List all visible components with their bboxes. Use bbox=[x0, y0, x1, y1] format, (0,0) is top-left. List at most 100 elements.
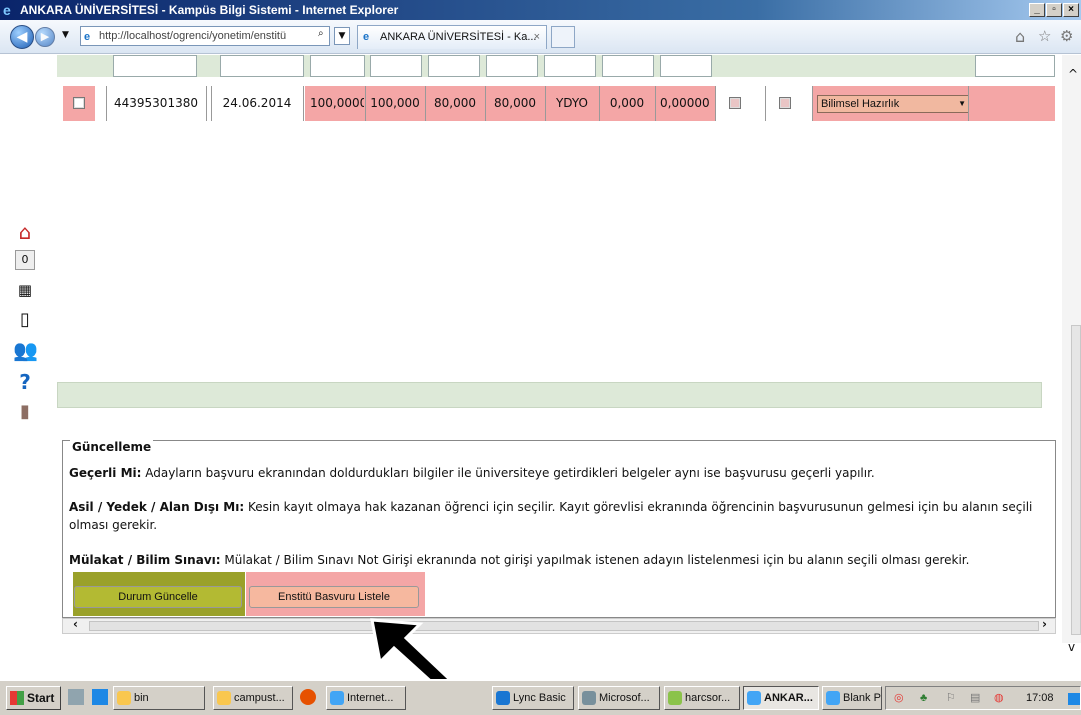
search-icon[interactable]: ⌕ bbox=[318, 28, 324, 39]
users-icon[interactable]: 👥 bbox=[13, 338, 38, 362]
taskbar-item-harcsor[interactable]: harcsor... bbox=[664, 686, 740, 710]
calendar-icon[interactable]: ▦ bbox=[13, 278, 37, 302]
forward-arrow-icon[interactable]: ▶ bbox=[35, 27, 55, 47]
start-button[interactable]: Start bbox=[6, 686, 61, 710]
clock: 17:08 bbox=[1026, 692, 1054, 704]
side-toolbar: ⌂ 0 ▦ ▯ 👥 ? ▮ bbox=[10, 220, 40, 440]
taskbar-item-campust[interactable]: campust... bbox=[213, 686, 293, 710]
show-desktop-icon[interactable] bbox=[1068, 693, 1080, 705]
checkbox-asil[interactable] bbox=[729, 97, 741, 109]
minimize-button[interactable]: _ bbox=[1029, 3, 1045, 17]
page-icon: e bbox=[84, 31, 91, 43]
filter-input-v5[interactable] bbox=[602, 55, 654, 77]
update-legend: Güncelleme bbox=[70, 440, 154, 454]
tab-title: ANKARA ÜNİVERSİTESİ - Ka... bbox=[380, 31, 537, 43]
folder-icon bbox=[117, 691, 131, 705]
tab-ie-icon: e bbox=[363, 31, 370, 43]
status-select[interactable]: Bilimsel Hazırlık ▼ bbox=[817, 95, 969, 113]
favorites-star-icon[interactable]: ☆ bbox=[1038, 27, 1051, 45]
windows-logo-icon bbox=[10, 691, 24, 705]
ie-icon bbox=[747, 691, 761, 705]
info-mulakat-text: Mülakat / Bilim Sınavı Not Girişi ekranı… bbox=[220, 553, 970, 567]
horizontal-scrollbar[interactable]: ‹ › bbox=[62, 617, 1056, 634]
cell-v6: 0,00000 bbox=[660, 96, 710, 110]
row-select-checkbox[interactable] bbox=[73, 97, 85, 109]
info-asil-label: Asil / Yedek / Alan Dışı Mı: bbox=[69, 500, 245, 514]
maximize-button[interactable]: ▫ bbox=[1046, 3, 1062, 17]
filter-input-date[interactable] bbox=[220, 55, 304, 77]
taskbar-item-microsoft[interactable]: Microsof... bbox=[578, 686, 660, 710]
cell-id: 44395301380 bbox=[114, 96, 198, 110]
action-center-icon[interactable]: ▤ bbox=[970, 687, 980, 709]
home-icon[interactable]: ⌂ bbox=[13, 220, 37, 244]
system-tray: ◎ ♣ ⚐ ▤ ◍ 17:08 bbox=[885, 686, 1081, 710]
ie-logo-icon: e bbox=[3, 2, 11, 18]
enstitu-basvuru-listele-button[interactable]: Enstitü Basvuru Listele bbox=[249, 586, 419, 608]
app-icon bbox=[668, 691, 682, 705]
cell-date: 24.06.2014 bbox=[222, 96, 292, 110]
scroll-down-icon[interactable]: v bbox=[1068, 640, 1075, 654]
address-text: http://localhost/ogrenci/yonetim/enstitü bbox=[99, 30, 287, 42]
filter-input-v3[interactable] bbox=[428, 55, 480, 77]
ie-icon bbox=[330, 691, 344, 705]
filter-input-v6[interactable] bbox=[660, 55, 712, 77]
powershell-icon[interactable] bbox=[92, 689, 108, 705]
taskbar: Start bin campust... Internet... Lync Ba… bbox=[0, 679, 1081, 715]
cell-dept: YDYO bbox=[555, 96, 589, 110]
cell-v5: 0,000 bbox=[609, 96, 645, 110]
flag-icon[interactable]: ⚐ bbox=[946, 687, 956, 709]
window-title-bar: e ANKARA ÜNİVERSİTESİ - Kampüs Bilgi Sis… bbox=[0, 0, 1081, 20]
info-gecerli: Geçerli Mi: Adayların başvuru ekranından… bbox=[69, 464, 1049, 482]
info-gecerli-text: Adayların başvuru ekranından doldurdukla… bbox=[141, 466, 875, 480]
exit-door-icon[interactable]: ▮ bbox=[13, 400, 37, 424]
back-arrow-icon[interactable]: ◀ bbox=[10, 25, 34, 49]
folder-icon bbox=[217, 691, 231, 705]
gear-icon[interactable]: ⚙ bbox=[1060, 27, 1073, 45]
network-icon[interactable]: ♣ bbox=[920, 687, 927, 709]
taskbar-item-bin[interactable]: bin bbox=[113, 686, 205, 710]
scroll-right-icon[interactable]: › bbox=[1042, 617, 1047, 631]
filter-input-v1[interactable] bbox=[310, 55, 365, 77]
vertical-scroll-thumb[interactable] bbox=[1071, 325, 1081, 635]
select-arrow-icon: ▼ bbox=[958, 99, 966, 108]
taskbar-item-internet[interactable]: Internet... bbox=[326, 686, 406, 710]
filter-input-extra[interactable] bbox=[975, 55, 1055, 77]
info-mulakat: Mülakat / Bilim Sınavı: Mülakat / Bilim … bbox=[69, 551, 1049, 569]
filter-input-id[interactable] bbox=[113, 55, 197, 77]
clipboard-icon[interactable]: ▯ bbox=[13, 308, 37, 332]
volume-muted-icon[interactable]: ◍ bbox=[994, 687, 1004, 709]
cell-v1: 100,0000 bbox=[310, 96, 364, 110]
counter-icon[interactable]: 0 bbox=[15, 250, 35, 270]
address-bar[interactable]: e http://localhost/ogrenci/yonetim/ensti… bbox=[80, 26, 330, 46]
app-icon bbox=[582, 691, 596, 705]
cell-v3: 80,000 bbox=[434, 96, 476, 110]
scroll-left-icon[interactable]: ‹ bbox=[73, 617, 78, 631]
taskbar-item-lync[interactable]: Lync Basic bbox=[492, 686, 574, 710]
ie-icon bbox=[826, 691, 840, 705]
durum-guncelle-button[interactable]: Durum Güncelle bbox=[74, 586, 242, 608]
address-dropdown-icon[interactable]: ▼ bbox=[334, 27, 350, 45]
checkbox-mulakat[interactable] bbox=[779, 97, 791, 109]
history-dropdown-icon[interactable]: ▼ bbox=[62, 30, 69, 40]
window-title: ANKARA ÜNİVERSİTESİ - Kampüs Bilgi Siste… bbox=[20, 3, 399, 17]
status-select-value: Bilimsel Hazırlık bbox=[821, 98, 900, 110]
server-manager-icon[interactable] bbox=[68, 689, 84, 705]
tab-close-icon[interactable]: × bbox=[534, 26, 540, 48]
filter-input-v4[interactable] bbox=[486, 55, 538, 77]
cell-v4: 80,000 bbox=[494, 96, 536, 110]
scroll-up-icon[interactable]: ^ bbox=[1068, 67, 1078, 81]
new-tab-button[interactable] bbox=[551, 26, 575, 48]
info-asil: Asil / Yedek / Alan Dışı Mı: Kesin kayıt… bbox=[69, 498, 1049, 534]
filter-input-dept[interactable] bbox=[544, 55, 596, 77]
close-button[interactable]: × bbox=[1063, 3, 1079, 17]
taskbar-item-blank[interactable]: Blank Pa... bbox=[822, 686, 882, 710]
taskbar-item-ankara[interactable]: ANKAR... bbox=[743, 686, 819, 710]
tray-stop-icon[interactable]: ◎ bbox=[894, 687, 904, 709]
help-icon[interactable]: ? bbox=[13, 370, 37, 394]
filter-input-v2[interactable] bbox=[370, 55, 422, 77]
home-icon[interactable]: ⌂ bbox=[1015, 27, 1025, 46]
info-gecerli-label: Geçerli Mi: bbox=[69, 466, 142, 480]
firefox-icon[interactable] bbox=[300, 689, 316, 705]
tab-ankara[interactable]: e ANKARA ÜNİVERSİTESİ - Ka... × bbox=[357, 25, 547, 49]
horizontal-scroll-thumb[interactable] bbox=[89, 621, 1039, 631]
